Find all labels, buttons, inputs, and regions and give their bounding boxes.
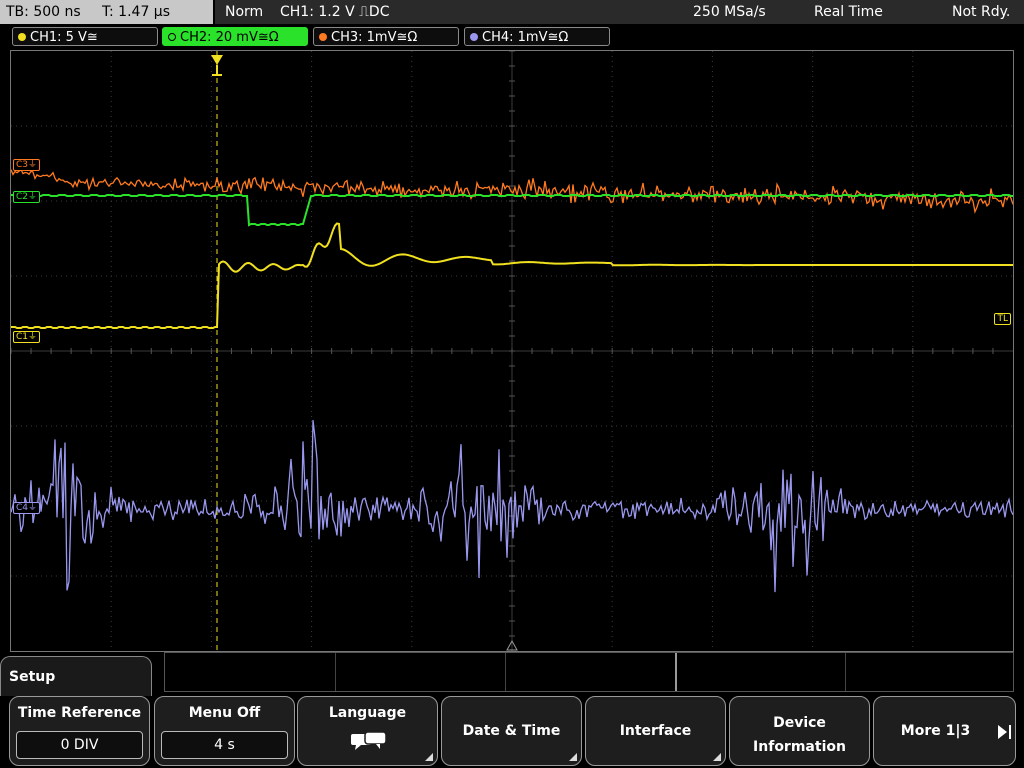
channel-1-dot-icon [18,33,26,41]
date-time-button[interactable]: Date & Time [441,696,582,766]
more-label: More 1|3 [900,723,971,739]
channel-tab-3[interactable]: CH3: 1mV≅Ω [313,27,459,46]
history-cell [335,653,506,691]
channel-3-ground-marker[interactable]: C3⏚ [13,159,41,171]
language-label: Language [328,705,407,721]
time-reference-button[interactable]: Time Reference 0 DIV [9,696,150,766]
menu-off-label: Menu Off [188,705,261,721]
channel-2-ground-marker[interactable]: C2⏚ [13,191,41,203]
device-information-line-2: Information [753,739,846,755]
sample-rate: 250 MSa/s [693,4,766,20]
channel-tab-2[interactable]: CH2: 20 mV≅Ω [162,27,308,46]
timebase-value: TB: 500 ns [6,4,81,20]
channel-4-dot-icon [470,33,478,41]
device-information-line-1: Device [773,715,826,731]
status-bar: Norm CH1: 1.2 V ⎍DC 250 MSa/s Real Time … [215,0,1024,24]
channel-2-dot-icon [168,33,176,41]
menu-off-value: 4 s [161,731,288,759]
trigger-mode[interactable]: Norm [225,0,263,24]
timebase-panel[interactable]: TB: 500 ns T: 1.47 µs [0,0,213,24]
history-cell [165,653,336,691]
channel-1-ground-marker[interactable]: C1⏚ [13,331,41,343]
channel-4-label: CH4: 1mV≅Ω [482,30,569,45]
next-page-bar-icon [1009,725,1011,739]
language-button[interactable]: Language [297,696,438,766]
device-information-label: Device Information [730,711,869,759]
speech-bubbles-icon [351,731,387,750]
graticule-grid [11,51,1013,651]
channel-2-label: CH2: 20 mV≅Ω [180,30,279,45]
acquisition-status: Not Rdy. [952,4,1011,20]
menu-title-tab: Setup [0,656,152,696]
next-page-arrow-icon [998,725,1007,739]
trigger-time-value: T: 1.47 µs [102,4,171,20]
channel-tab-1[interactable]: CH1: 5 V≅ [12,27,158,46]
acquisition-mode: Real Time [814,4,883,20]
channel-tab-4[interactable]: CH4: 1mV≅Ω [464,27,610,46]
submenu-corner-icon [425,753,433,761]
history-cell [675,653,846,691]
menu-off-button[interactable]: Menu Off 4 s [154,696,295,766]
waveform-canvas [11,51,1013,651]
time-reference-label: Time Reference [17,705,142,721]
device-information-button[interactable]: Device Information [729,696,870,766]
trigger-source[interactable]: CH1: 1.2 V ⎍DC [280,0,389,24]
channel-4-ground-marker[interactable]: C4⏚ [13,502,41,514]
history-cell [505,653,677,691]
history-strip [164,652,1014,692]
time-reference-value: 0 DIV [16,731,143,759]
channel-3-label: CH3: 1mV≅Ω [331,30,418,45]
menu-title: Setup [9,669,56,685]
trigger-level-marker[interactable]: TL [994,313,1011,325]
waveform-display[interactable]: C3⏚ C2⏚ C1⏚ C4⏚ TL [10,50,1014,652]
interface-button[interactable]: Interface [585,696,726,766]
channel-1-label: CH1: 5 V≅ [30,30,98,45]
trigger-marker-icon [211,55,518,651]
interface-label: Interface [619,723,692,739]
date-time-label: Date & Time [462,723,561,739]
submenu-corner-icon [713,753,721,761]
submenu-corner-icon [569,753,577,761]
more-button[interactable]: More 1|3 [873,696,1016,766]
channel-3-dot-icon [319,33,327,41]
